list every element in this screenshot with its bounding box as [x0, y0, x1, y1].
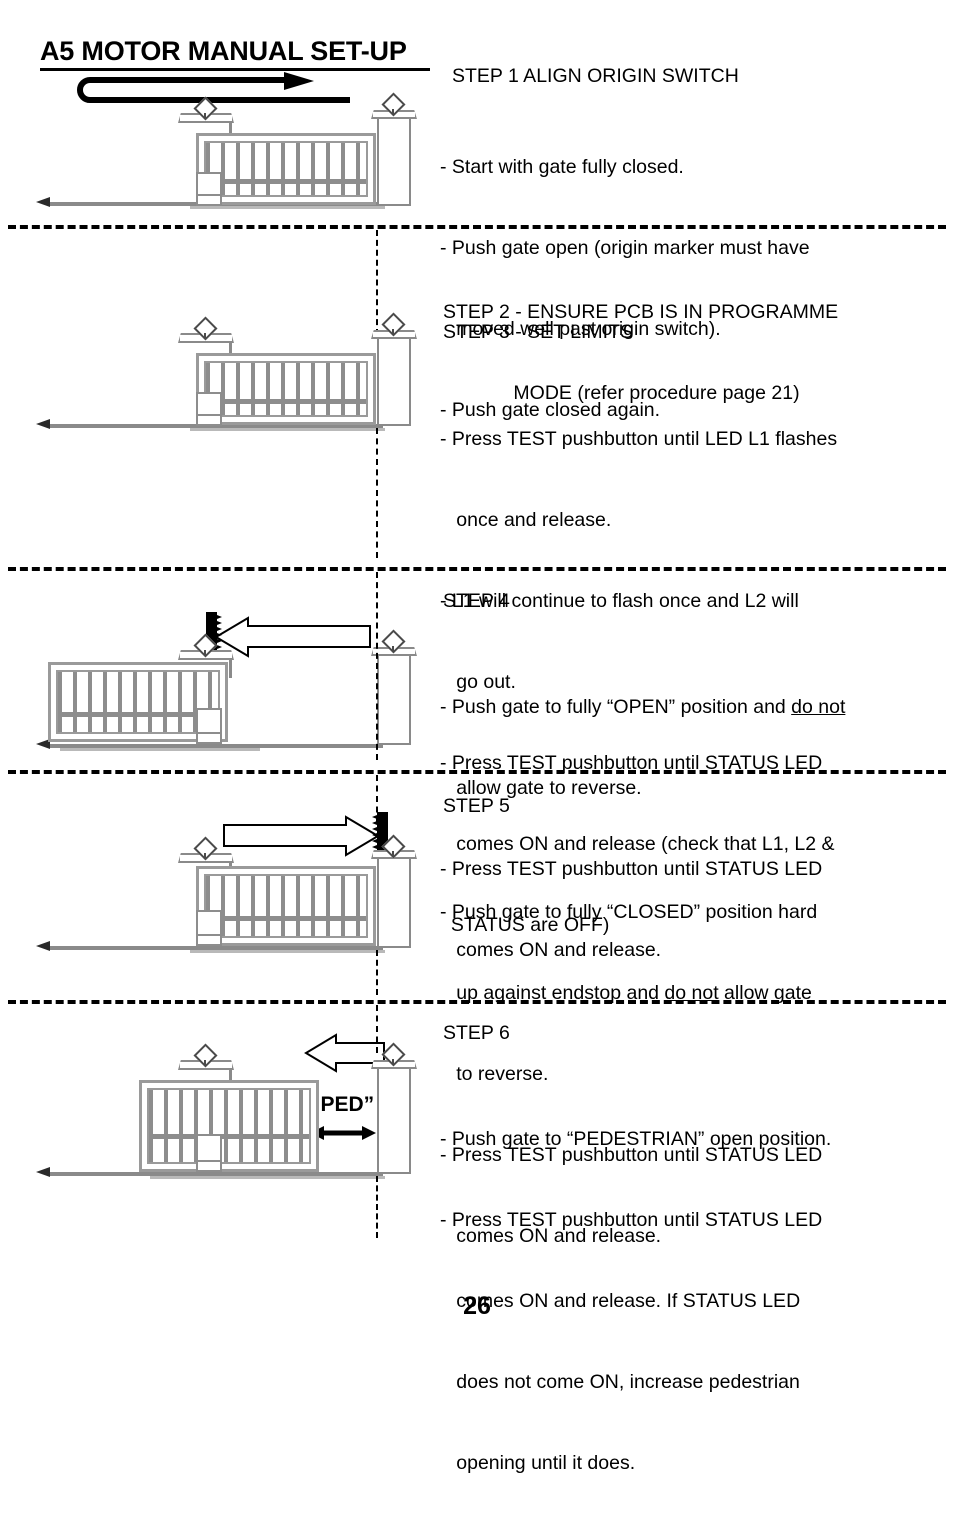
gate-mid-rail: [149, 1134, 309, 1139]
center-line: [376, 230, 378, 335]
motor-post-leg: [229, 658, 232, 678]
center-line: [376, 428, 378, 558]
post-lamp-stem: [204, 650, 206, 656]
gate-bars: [206, 363, 366, 415]
receiving-post: [377, 655, 411, 745]
receiving-post: [377, 858, 411, 948]
motor-divider: [198, 1160, 220, 1162]
gate-infill: [204, 361, 368, 417]
post-lamp-stem: [204, 1060, 206, 1066]
rail-arrow-tip-icon: [36, 419, 50, 429]
gate-infill: [204, 874, 368, 938]
ground-rail-shadow: [150, 1176, 385, 1179]
motor-unit: [196, 708, 222, 744]
gate-bars: [206, 876, 366, 936]
post-lamp-stem: [392, 109, 394, 115]
motor-unit: [196, 392, 222, 426]
rail-arrow-tip-icon: [36, 1167, 50, 1177]
receiving-post: [377, 338, 411, 426]
center-line: [376, 1005, 378, 1053]
pedestrian-direction-arrow: [302, 1033, 386, 1078]
step5-heading: STEP 5: [443, 795, 510, 817]
rail-arrow-tip-icon: [36, 197, 50, 207]
gate-bars: [206, 143, 366, 195]
gate-leaf: [196, 353, 376, 425]
rail-arrow-tip-icon: [36, 941, 50, 951]
motor-unit: [196, 172, 222, 206]
step6-heading: STEP 6: [443, 1022, 510, 1044]
step4-line1: - Push gate to fully “OPEN” position and…: [440, 696, 846, 718]
gate-leaf: [139, 1080, 319, 1172]
gate-mid-rail: [58, 712, 218, 717]
step4-heading: STEP 4: [443, 590, 510, 612]
ped-gap-dimension-arrow: [310, 1122, 376, 1149]
gate-mid-rail: [206, 916, 366, 921]
manual-page: A5 MOTOR MANUAL SET-UP STEP 1 ALIGN ORIG…: [0, 0, 954, 1474]
center-line: [376, 572, 378, 760]
post-lamp-stem: [204, 853, 206, 859]
page-title-underline: [40, 68, 430, 71]
gate-mid-rail: [206, 179, 366, 184]
motor-unit: [196, 910, 222, 946]
motor-divider: [198, 194, 220, 196]
center-line: [376, 775, 378, 823]
ground-rail-shadow: [190, 206, 385, 209]
ground-rail-shadow: [190, 950, 385, 953]
gate-leaf: [196, 133, 376, 205]
ground-rail-shadow: [190, 428, 385, 431]
post-lamp-stem: [392, 851, 394, 857]
section-divider: [8, 225, 946, 229]
ped-gap-label: “PED”: [310, 1093, 375, 1116]
gate-infill: [147, 1088, 311, 1164]
page-number: 26: [463, 1292, 491, 1320]
section-divider: [8, 770, 946, 774]
post-lamp-stem: [204, 113, 206, 119]
motor-divider: [198, 414, 220, 416]
receiving-post: [377, 118, 411, 206]
center-line: [376, 950, 378, 995]
gate-infill: [204, 141, 368, 197]
section-divider: [8, 1000, 946, 1004]
gate-leaf: [196, 866, 376, 946]
post-lamp-stem: [392, 1059, 394, 1065]
post-lamp-stem: [392, 329, 394, 335]
post-lamp-stem: [392, 646, 394, 652]
center-line: [376, 1176, 378, 1238]
section-divider: [8, 567, 946, 571]
receiving-post: [377, 1068, 411, 1174]
post-lamp-stem: [204, 333, 206, 339]
motor-unit: [196, 1134, 222, 1172]
page-title: A5 MOTOR MANUAL SET-UP: [40, 36, 407, 66]
close-direction-arrow: [222, 815, 382, 862]
gate-bars: [149, 1090, 309, 1162]
motor-divider: [198, 934, 220, 936]
gate-mid-rail: [206, 399, 366, 404]
emphasis-do-not: do not: [791, 696, 846, 718]
step3-heading: STEP 3 - SET LIMITS: [443, 321, 634, 343]
gate-bars: [58, 672, 218, 732]
motor-divider: [198, 732, 220, 734]
ground-rail-shadow: [60, 748, 260, 751]
open-direction-arrow: [212, 616, 372, 663]
step1-heading: STEP 1 ALIGN ORIGIN SWITCH: [452, 65, 739, 87]
